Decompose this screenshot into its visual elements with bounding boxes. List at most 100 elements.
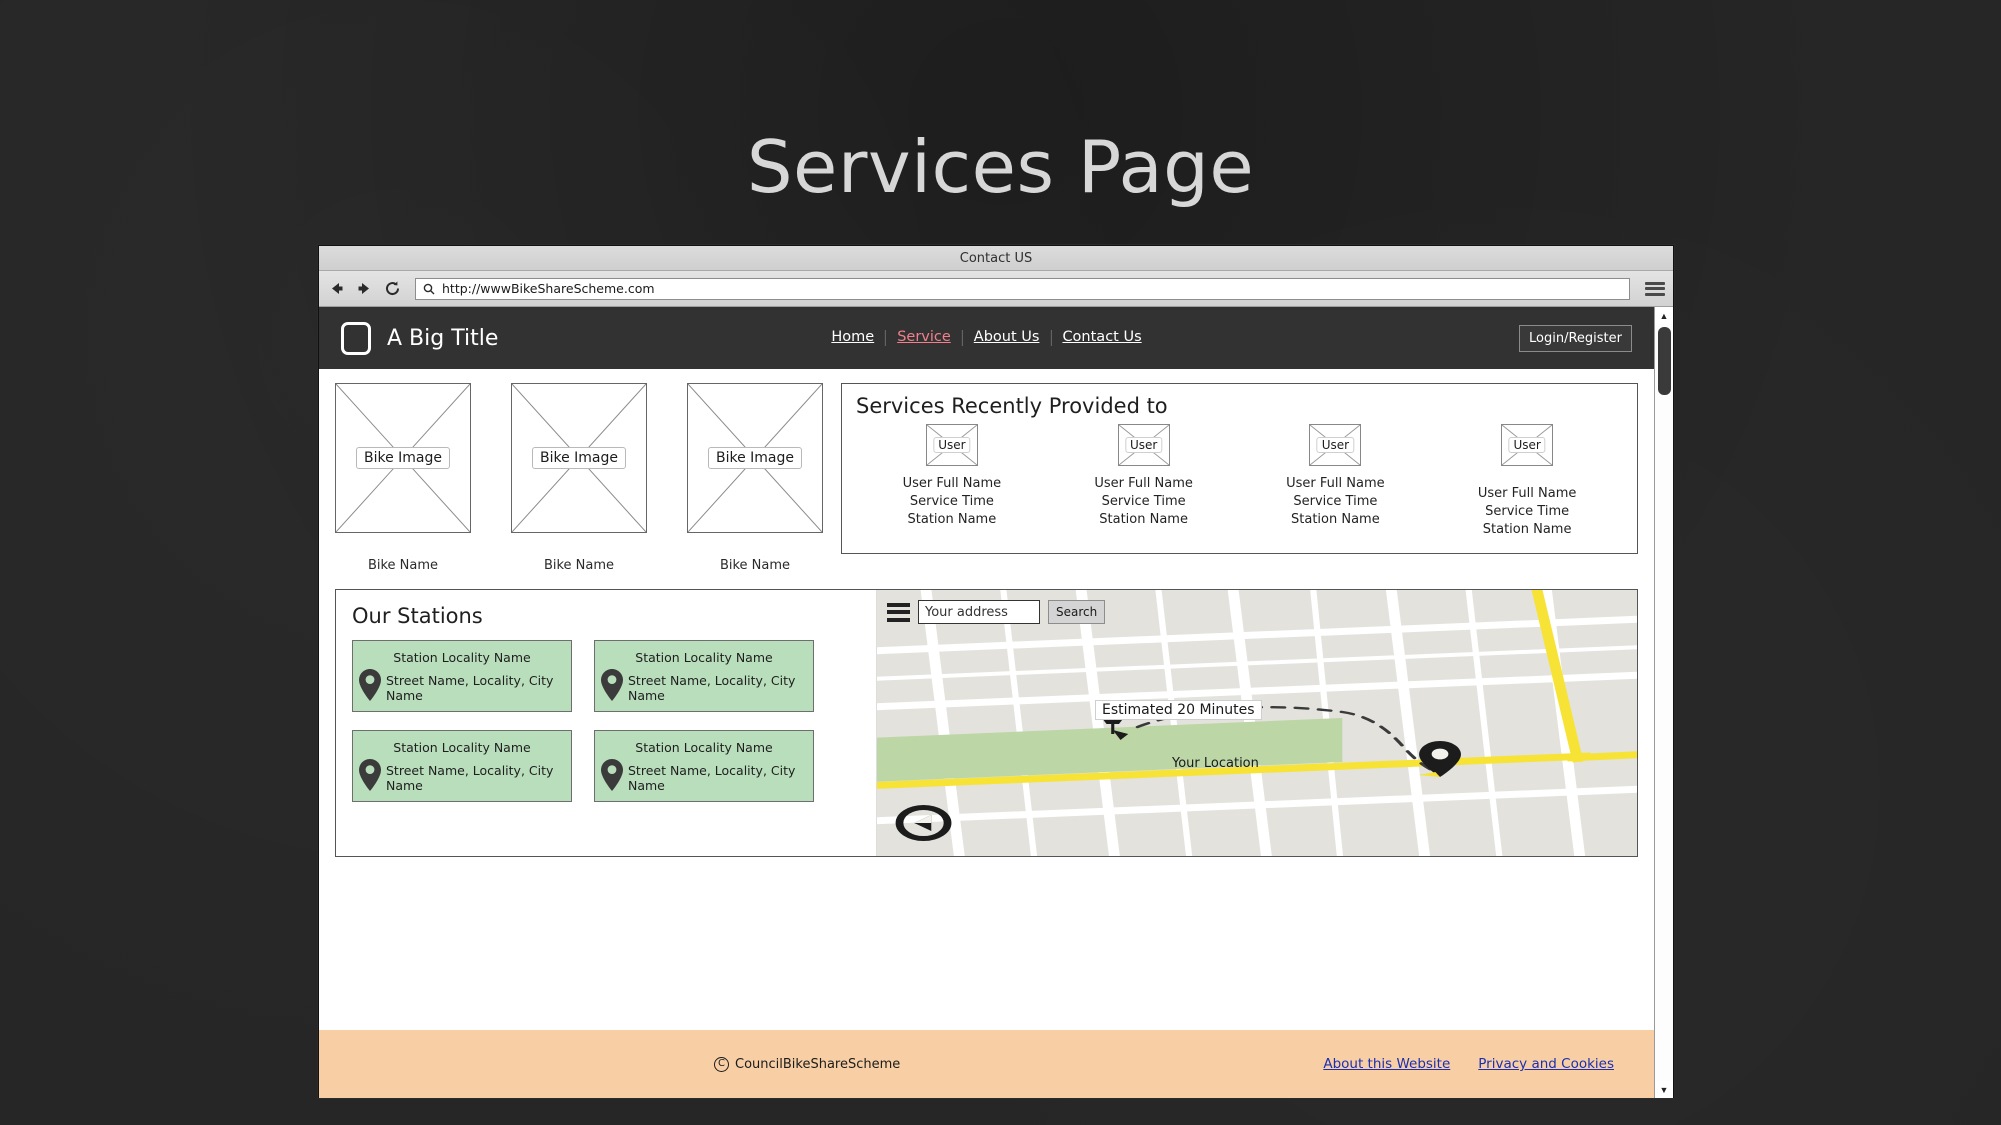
- user-service-time: Service Time: [1101, 494, 1186, 509]
- forward-arrow-icon[interactable]: [355, 279, 374, 298]
- login-register-button[interactable]: Login/Register: [1519, 324, 1632, 352]
- bike-image-label: Bike Image: [531, 447, 627, 469]
- url-text: http://wwwBikeShareScheme.com: [442, 281, 655, 296]
- user-station-name: Station Name: [907, 512, 997, 527]
- main-menu: Home Service About Us Contact Us: [820, 329, 1152, 346]
- user-full-name: User Full Name: [1286, 476, 1385, 491]
- station-address: Street Name, Locality, City Name: [386, 762, 554, 793]
- bike-card[interactable]: Bike Image Bike Name: [687, 383, 823, 573]
- station-locality-name: Station Locality Name: [393, 650, 531, 665]
- recent-user-card[interactable]: User User Full Name Service Time Station…: [892, 424, 1012, 539]
- top-section: Bike Image Bike Name Bike Image Bike Nam…: [319, 369, 1654, 573]
- hamburger-menu-icon[interactable]: [887, 602, 910, 622]
- station-address-row: Street Name, Locality, City Name: [595, 759, 813, 796]
- url-bar[interactable]: http://wwwBikeShareScheme.com: [415, 277, 1630, 300]
- station-locality-name: Station Locality Name: [393, 740, 531, 755]
- recent-user-card[interactable]: User User Full Name Service Time Station…: [1467, 424, 1587, 539]
- browser-viewport: A Big Title Home Service About Us Contac…: [319, 307, 1673, 1098]
- footer-link-privacy-and-cookies[interactable]: Privacy and Cookies: [1478, 1056, 1614, 1072]
- brand[interactable]: A Big Title: [341, 321, 499, 355]
- services-recently-provided-panel: Services Recently Provided to User User …: [841, 383, 1638, 554]
- station-address-row: Street Name, Locality, City Name: [353, 669, 571, 706]
- vertical-scrollbar[interactable]: ▲ ▼: [1654, 307, 1673, 1098]
- scroll-up-arrow-icon[interactable]: ▲: [1655, 307, 1673, 324]
- bike-name: Bike Name: [719, 558, 791, 573]
- copyright: C CouncilBikeShareScheme: [714, 1056, 901, 1072]
- bike-card[interactable]: Bike Image Bike Name: [511, 383, 647, 573]
- map-pin-icon: [359, 669, 381, 706]
- recent-user-card[interactable]: User User Full Name Service Time Station…: [1275, 424, 1395, 539]
- nav-item-contact-us[interactable]: Contact Us: [1051, 329, 1152, 346]
- bike-image-placeholder: Bike Image: [511, 383, 647, 533]
- station-address: Street Name, Locality, City Name: [386, 672, 554, 703]
- footer-link-about-this-website[interactable]: About this Website: [1323, 1056, 1450, 1072]
- station-grid: Station Locality Name Street Name, Local…: [352, 640, 860, 802]
- map-panel[interactable]: Search Estimated 20 Minutes Your Locatio…: [876, 590, 1637, 856]
- brand-title: A Big Title: [387, 325, 499, 351]
- our-stations-panel: Our Stations Station Locality Name Stree…: [335, 589, 1638, 857]
- copyright-text: CouncilBikeShareScheme: [735, 1056, 901, 1072]
- bike-list: Bike Image Bike Name Bike Image Bike Nam…: [335, 383, 823, 573]
- user-avatar-label: User: [1508, 437, 1546, 453]
- station-locality-name: Station Locality Name: [635, 740, 773, 755]
- user-service-time: Service Time: [909, 494, 994, 509]
- nav-item-home[interactable]: Home: [820, 329, 887, 346]
- page-title: Services Page: [746, 125, 1255, 209]
- back-arrow-icon[interactable]: [327, 279, 346, 298]
- estimated-time-label: Estimated 20 Minutes: [1095, 700, 1262, 720]
- search-input[interactable]: [918, 600, 1040, 624]
- station-address-row: Street Name, Locality, City Name: [595, 669, 813, 706]
- your-location-label: Your Location: [1172, 756, 1259, 771]
- user-station-name: Station Name: [1482, 522, 1572, 537]
- bike-card[interactable]: Bike Image Bike Name: [335, 383, 471, 573]
- nav-item-service[interactable]: Service: [886, 329, 963, 346]
- user-avatar-placeholder: User: [1309, 424, 1362, 466]
- user-full-name: User Full Name: [902, 476, 1002, 491]
- scroll-down-arrow-icon[interactable]: ▼: [1655, 1081, 1673, 1098]
- browser-window: Contact US http://wwwBikeShareScheme.com: [318, 245, 1674, 1098]
- browser-tab-bar: Contact US: [319, 246, 1673, 271]
- footer-links: About this Website Privacy and Cookies: [1323, 1056, 1614, 1072]
- services-panel-title: Services Recently Provided to: [856, 394, 1168, 418]
- reload-icon[interactable]: [383, 279, 402, 298]
- station-card[interactable]: Station Locality Name Street Name, Local…: [352, 640, 572, 712]
- scrollbar-thumb[interactable]: [1658, 327, 1671, 395]
- page-content: A Big Title Home Service About Us Contac…: [319, 307, 1654, 1098]
- bike-image-label: Bike Image: [355, 447, 451, 469]
- bike-name: Bike Name: [543, 558, 615, 573]
- user-avatar-placeholder: User: [1501, 424, 1554, 466]
- user-full-name: User Full Name: [1477, 486, 1577, 501]
- our-stations-title: Our Stations: [352, 604, 483, 628]
- map-pin-icon: [601, 669, 623, 706]
- bike-image-placeholder: Bike Image: [687, 383, 823, 533]
- bike-image-placeholder: Bike Image: [335, 383, 471, 533]
- station-address: Street Name, Locality, City Name: [628, 762, 796, 793]
- user-service-time: Service Time: [1485, 504, 1570, 519]
- bike-name: Bike Name: [367, 558, 439, 573]
- hamburger-menu-icon[interactable]: [1645, 280, 1665, 298]
- nav-item-about-us[interactable]: About Us: [963, 329, 1052, 346]
- site-navbar: A Big Title Home Service About Us Contac…: [319, 307, 1654, 369]
- rounded-square-logo-icon: [341, 321, 371, 355]
- station-address-row: Street Name, Locality, City Name: [353, 759, 571, 796]
- copyright-icon: C: [714, 1056, 729, 1072]
- station-card[interactable]: Station Locality Name Street Name, Local…: [594, 730, 814, 802]
- map-pin-icon: [601, 759, 623, 796]
- browser-tab-title[interactable]: Contact US: [960, 251, 1032, 266]
- station-locality-name: Station Locality Name: [635, 650, 773, 665]
- map-search-bar: Search: [887, 600, 1106, 624]
- recent-users-list: User User Full Name Service Time Station…: [856, 424, 1623, 539]
- browser-toolbar: http://wwwBikeShareScheme.com: [319, 271, 1673, 307]
- map-canvas: [877, 590, 1637, 856]
- search-icon: [423, 283, 435, 294]
- search-button[interactable]: Search: [1048, 600, 1106, 624]
- user-avatar-label: User: [1124, 437, 1163, 453]
- station-card[interactable]: Station Locality Name Street Name, Local…: [352, 730, 572, 802]
- user-avatar-placeholder: User: [1117, 424, 1170, 466]
- user-station-name: Station Name: [1291, 512, 1380, 527]
- user-station-name: Station Name: [1099, 512, 1188, 527]
- user-avatar-label: User: [1316, 437, 1355, 453]
- recent-user-card[interactable]: User User Full Name Service Time Station…: [1084, 424, 1204, 539]
- station-card[interactable]: Station Locality Name Street Name, Local…: [594, 640, 814, 712]
- map-pin-icon: [359, 759, 381, 796]
